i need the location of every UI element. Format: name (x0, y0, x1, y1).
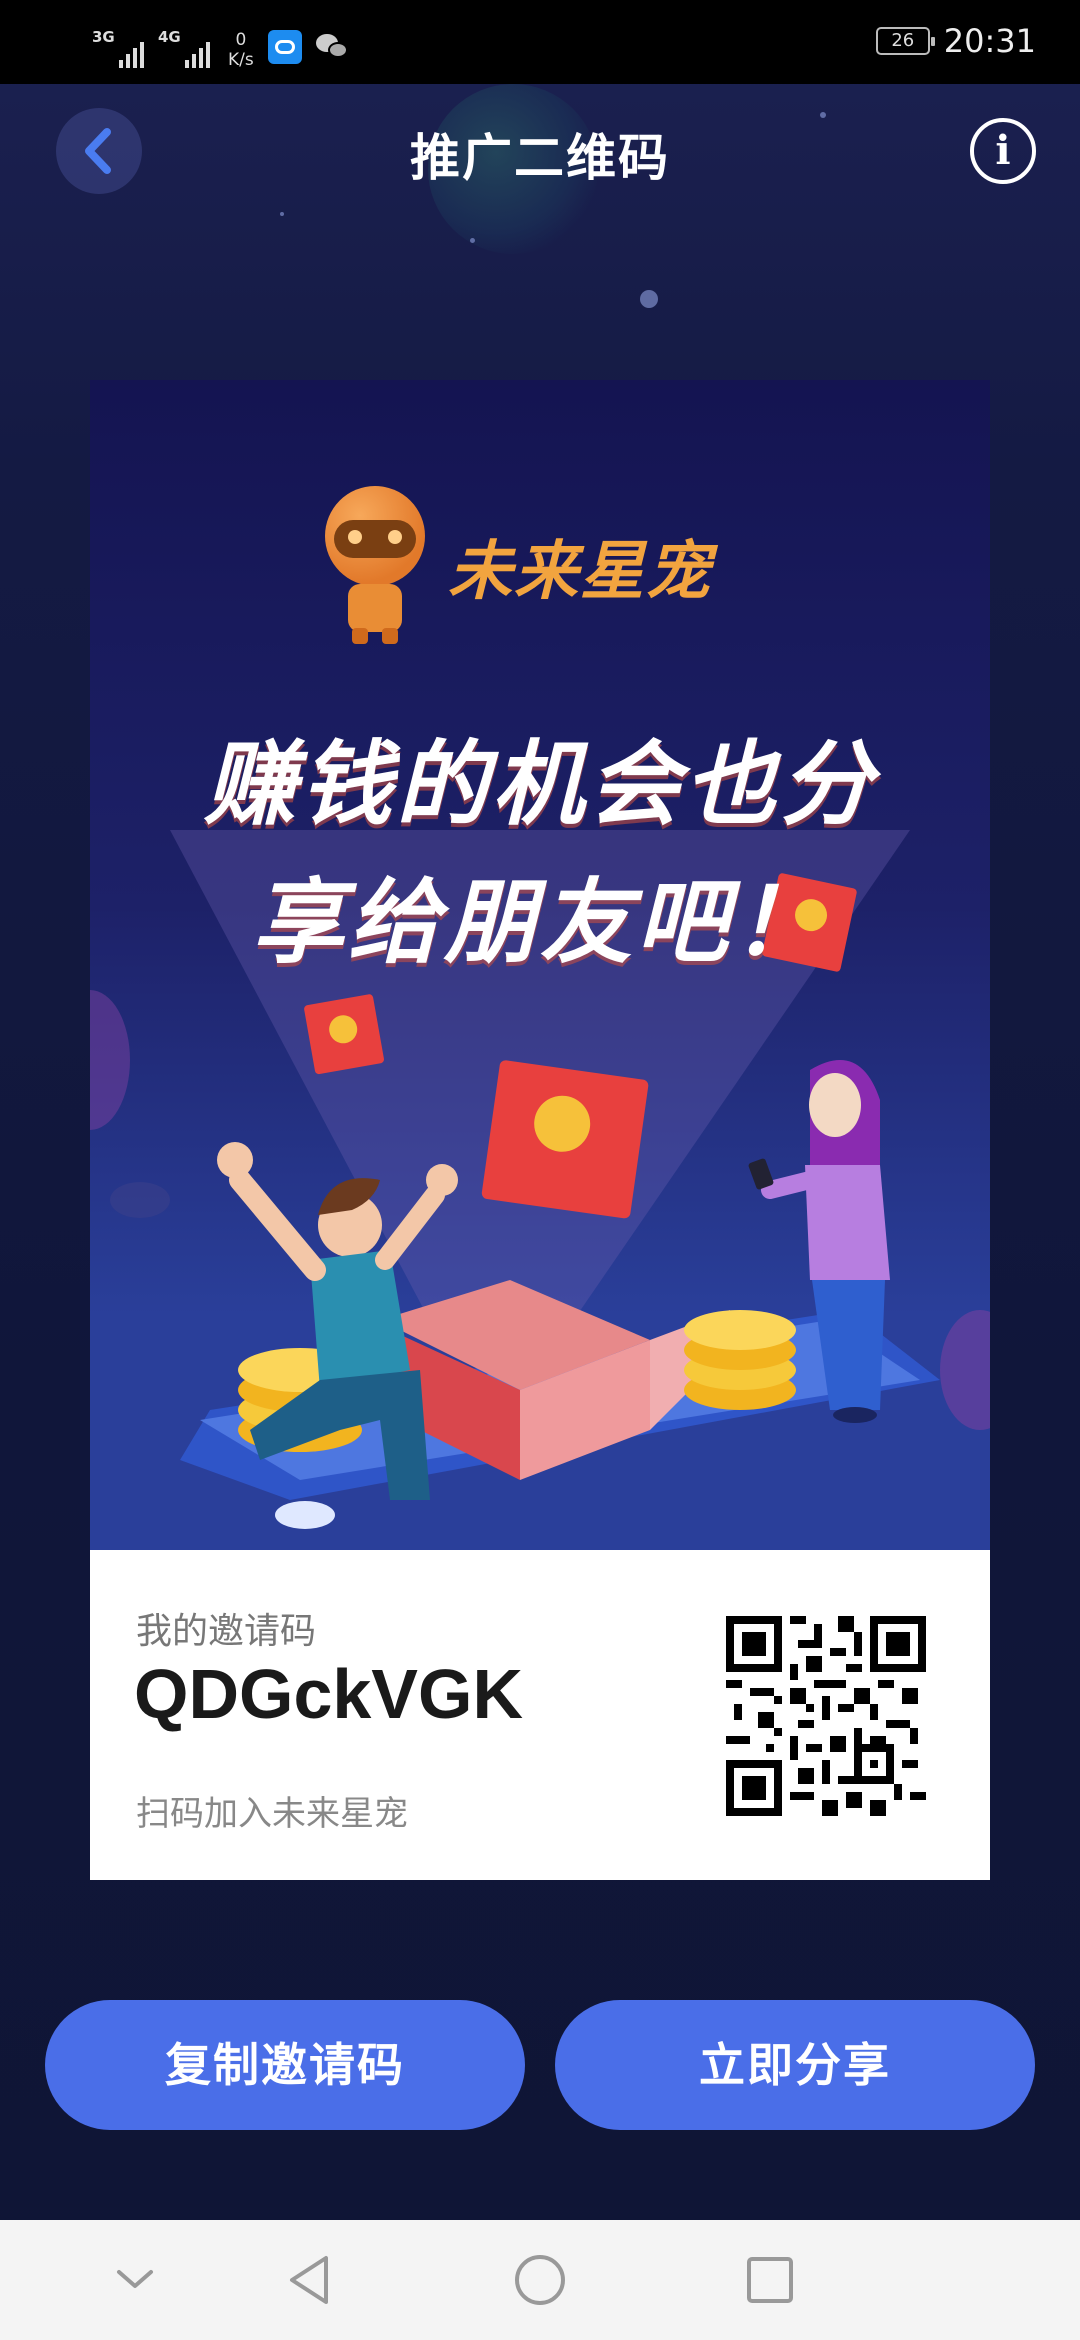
triangle-back-icon (290, 2256, 328, 2304)
info-button[interactable]: i (970, 118, 1036, 184)
slogan-line-1: 赚钱的机会也分 (203, 731, 876, 838)
signal-4g-label: 4G (158, 28, 181, 46)
network-speed-unit: K/s (228, 50, 254, 70)
chevron-down-icon (117, 2270, 153, 2288)
app-notification-icon (267, 30, 302, 64)
star-decoration (640, 290, 658, 308)
signal-4g-icon: 4G (158, 26, 210, 70)
invite-code: QDGckVGK (134, 1655, 523, 1733)
nav-back-button[interactable] (270, 2220, 350, 2340)
circle-home-icon (515, 2255, 565, 2305)
nav-recents-button[interactable] (730, 2220, 810, 2340)
network-speed-value: 0 (235, 30, 247, 50)
robot-mascot-icon (320, 486, 430, 646)
qr-code (726, 1616, 926, 1816)
signal-3g-icon: 3G (92, 26, 144, 70)
invite-code-label: 我的邀请码 (136, 1611, 317, 1652)
signal-3g-label: 3G (92, 28, 115, 46)
red-envelope (304, 994, 384, 1075)
copy-invite-code-button[interactable]: 复制邀请码 (45, 2000, 525, 2130)
info-icon: i (995, 127, 1011, 174)
wechat-icon (315, 30, 350, 64)
battery-icon: 26 (875, 27, 935, 55)
system-nav-bar (0, 2220, 1080, 2340)
nav-hide-button[interactable] (100, 2220, 170, 2340)
promo-poster: 未来星宠 赚钱的机会也分 享给朋友吧！ (90, 380, 990, 1550)
brand-name: 未来星宠 (448, 535, 712, 609)
screen: 3G 4G 0 K/s 26 20:31 推广二维码 i 未来星宠 赚钱的机会也… (0, 0, 1080, 2340)
planet-decoration (940, 1310, 990, 1430)
page-title: 推广二维码 (410, 129, 670, 187)
star-decoration (470, 238, 475, 243)
red-envelope (481, 1060, 649, 1219)
status-time: 20:31 (943, 22, 1036, 60)
status-right: 26 20:31 (875, 22, 1036, 60)
invite-card: 我的邀请码 QDGckVGK 扫码加入未来星宠 (90, 1550, 990, 1880)
nav-home-button[interactable] (500, 2220, 580, 2340)
square-recents-icon (747, 2257, 793, 2303)
slogan-line-2: 享给朋友吧！ (251, 869, 828, 976)
network-speed: 0 K/s (228, 30, 254, 70)
status-bar: 3G 4G 0 K/s 26 20:31 (0, 0, 1080, 84)
star-decoration (280, 212, 284, 216)
share-now-button[interactable]: 立即分享 (555, 2000, 1035, 2130)
coin-stack-right (684, 1310, 796, 1410)
status-left: 3G 4G 0 K/s (92, 14, 350, 70)
home-button-shape (275, 1501, 335, 1529)
planet-decoration (90, 990, 130, 1130)
brand-logo: 未来星宠 (320, 486, 712, 646)
scan-hint: 扫码加入未来星宠 (136, 1794, 408, 1834)
planet-decoration (110, 1182, 170, 1218)
